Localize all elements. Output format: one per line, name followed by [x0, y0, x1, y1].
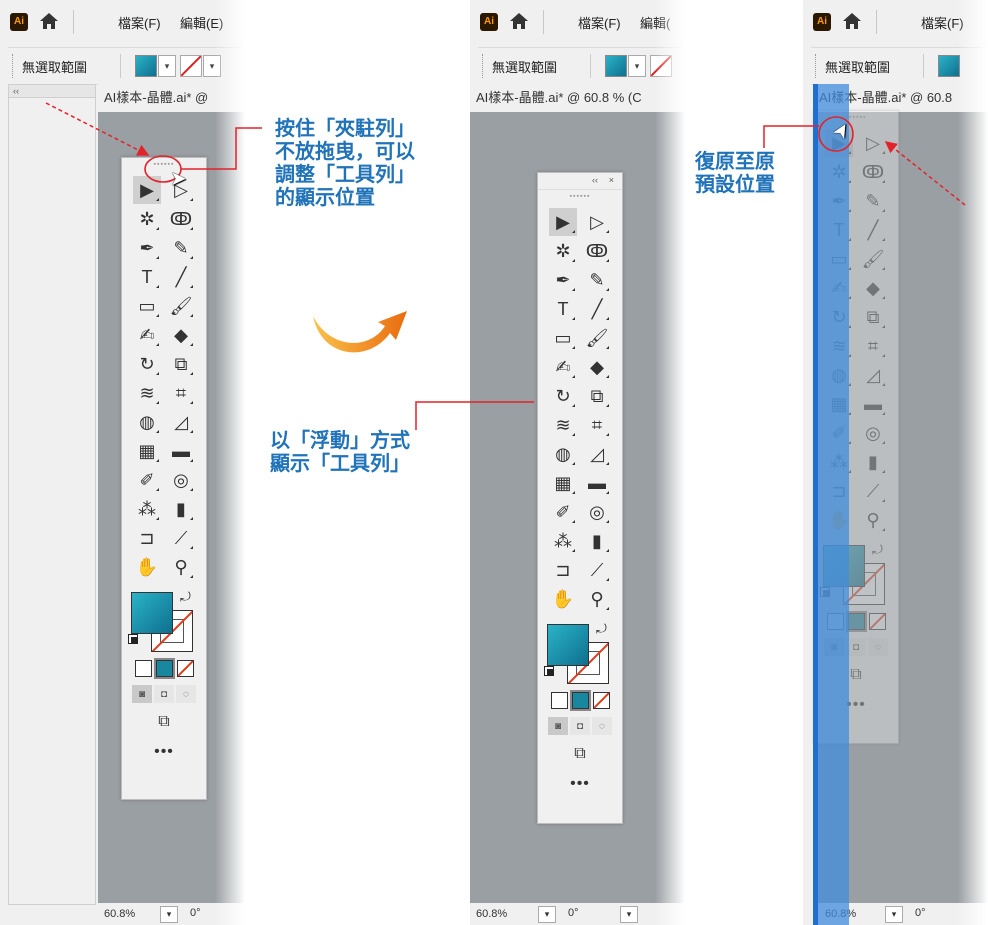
annotation-line: 的顯示位置 [275, 187, 375, 209]
annotation-restore: 復原至原 預設位置 [695, 151, 775, 197]
annotation-drag: 按住「夾駐列」 不放拖曳，可以 調整「工具列」 的顯示位置 [275, 118, 415, 210]
drag-path-arrow [45, 102, 150, 156]
annotation-line: 按住「夾駐列」 [275, 118, 415, 140]
pointer-cursor-icon: ➤ [170, 168, 187, 190]
annotation-line: 以「浮動」方式 [270, 430, 410, 452]
callout-line-3 [763, 125, 819, 148]
annotation-line: 調整「工具列」 [275, 164, 415, 186]
annotation-floating: 以「浮動」方式 顯示「工具列」 [270, 430, 410, 476]
annotation-line: 復原至原 [695, 151, 775, 173]
transition-arrow-icon [313, 311, 407, 353]
callout-line-2 [415, 401, 534, 430]
annotation-line: 不放拖曳，可以 [275, 141, 415, 163]
callout-line-1 [181, 127, 262, 170]
annotation-line: 預設位置 [695, 174, 775, 196]
annotation-line: 顯示「工具列」 [270, 453, 410, 475]
restore-path-arrow [884, 141, 966, 206]
